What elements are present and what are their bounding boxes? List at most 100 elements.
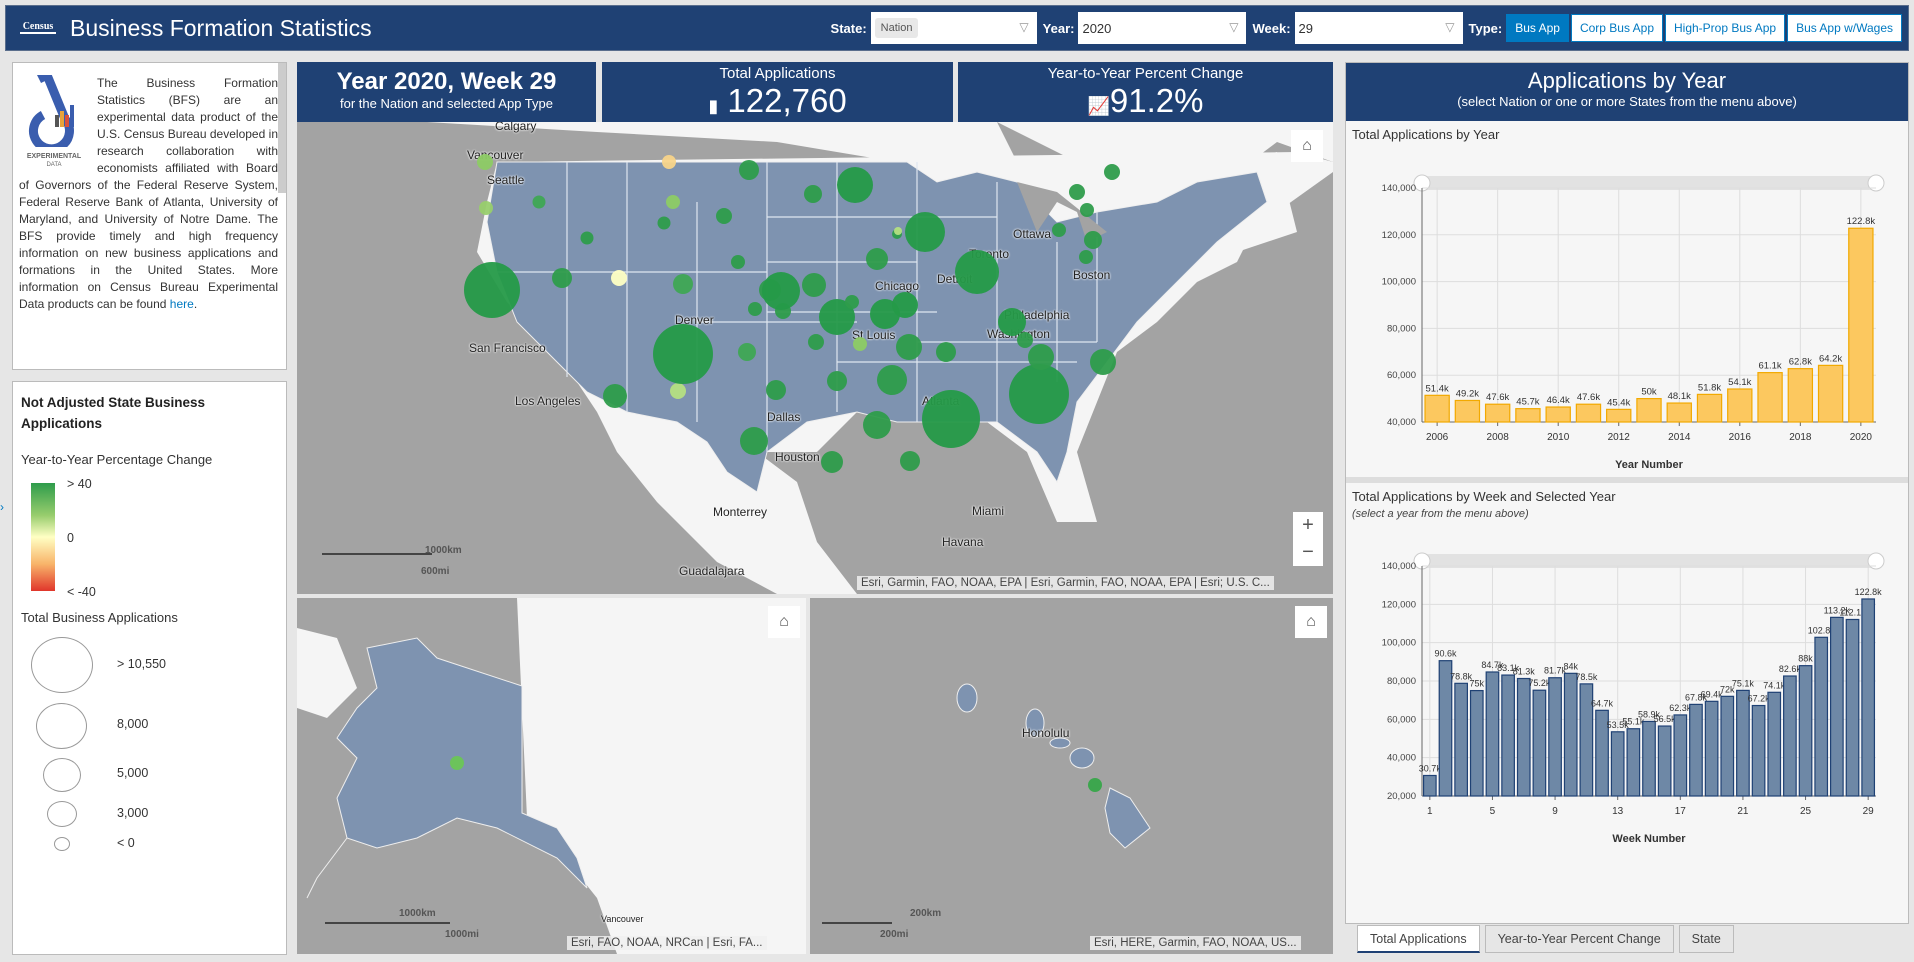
bar[interactable] bbox=[1861, 598, 1876, 797]
bar[interactable] bbox=[1704, 700, 1719, 797]
state-bubble[interactable] bbox=[905, 212, 945, 252]
state-bubble[interactable] bbox=[802, 273, 826, 297]
state-bubble[interactable] bbox=[611, 270, 627, 286]
bar[interactable] bbox=[1469, 689, 1484, 797]
bar[interactable] bbox=[1814, 636, 1829, 797]
bar[interactable] bbox=[1516, 677, 1531, 797]
state-bubble[interactable] bbox=[673, 274, 693, 294]
state-bubble[interactable] bbox=[670, 383, 686, 399]
bar[interactable] bbox=[1830, 616, 1844, 797]
state-chip[interactable]: Nation bbox=[874, 18, 919, 38]
state-bubble[interactable] bbox=[716, 208, 732, 224]
bar[interactable] bbox=[1845, 618, 1860, 797]
state-bubble[interactable] bbox=[804, 185, 822, 203]
state-bubble[interactable] bbox=[666, 195, 680, 209]
state-bubble[interactable] bbox=[936, 342, 956, 362]
map-home-button[interactable]: ⌂ bbox=[1295, 606, 1327, 638]
state-bubble[interactable] bbox=[1052, 223, 1066, 237]
state-bubble[interactable] bbox=[1009, 364, 1069, 424]
state-bubble[interactable] bbox=[653, 324, 713, 384]
week-select[interactable]: 29 ▽ bbox=[1294, 12, 1463, 44]
state-bubble[interactable] bbox=[845, 295, 859, 309]
bar[interactable] bbox=[1848, 227, 1874, 423]
bar[interactable] bbox=[1783, 675, 1797, 797]
state-bubble[interactable] bbox=[464, 262, 520, 318]
state-bubble[interactable] bbox=[479, 201, 493, 215]
bar[interactable] bbox=[1787, 368, 1814, 423]
bar[interactable] bbox=[1767, 691, 1782, 797]
bar[interactable] bbox=[1422, 774, 1437, 797]
bar[interactable] bbox=[1610, 731, 1625, 797]
hawaii-map[interactable]: Honolulu ⌂ 200km 200mi Esri, HERE, Garmi… bbox=[810, 598, 1333, 954]
state-bubble[interactable] bbox=[894, 227, 902, 235]
state-bubble[interactable] bbox=[821, 451, 843, 473]
type-high-prop-bus-app-button[interactable]: High-Prop Bus App bbox=[1665, 14, 1786, 42]
state-bubble[interactable] bbox=[1084, 231, 1102, 249]
tab-year-to-year-percent-change[interactable]: Year-to-Year Percent Change bbox=[1484, 925, 1674, 953]
state-bubble[interactable] bbox=[866, 248, 888, 270]
bar[interactable] bbox=[1532, 689, 1547, 797]
state-bubble[interactable] bbox=[955, 250, 999, 294]
type-bus-app-button[interactable]: Bus App bbox=[1506, 14, 1569, 42]
state-bubble[interactable] bbox=[900, 451, 920, 471]
tab-state[interactable]: State bbox=[1678, 925, 1734, 953]
state-bubble[interactable] bbox=[450, 756, 464, 770]
type-corp-bus-app-button[interactable]: Corp Bus App bbox=[1570, 14, 1663, 42]
tab-total-applications[interactable]: Total Applications bbox=[1357, 925, 1480, 953]
bar[interactable] bbox=[1727, 388, 1753, 423]
state-bubble[interactable] bbox=[731, 255, 745, 269]
census-logo[interactable]: Census bbox=[20, 22, 56, 34]
bar[interactable] bbox=[1736, 689, 1750, 797]
state-bubble[interactable] bbox=[863, 411, 891, 439]
state-bubble[interactable] bbox=[827, 371, 847, 391]
bar[interactable] bbox=[1606, 408, 1632, 423]
state-bubble[interactable] bbox=[1079, 250, 1093, 264]
state-bubble[interactable] bbox=[748, 302, 762, 316]
bar[interactable] bbox=[1642, 720, 1656, 797]
bar[interactable] bbox=[1484, 403, 1511, 423]
state-bubble[interactable] bbox=[877, 365, 907, 395]
state-bubble[interactable] bbox=[837, 167, 873, 203]
bar[interactable] bbox=[1751, 704, 1766, 797]
state-bubble[interactable] bbox=[1017, 332, 1033, 348]
state-bubble[interactable] bbox=[1080, 203, 1094, 217]
panel-expand-icon[interactable]: › bbox=[0, 500, 4, 514]
state-bubble[interactable] bbox=[532, 195, 546, 209]
type-bus-app-wages-button[interactable]: Bus App w/Wages bbox=[1787, 14, 1902, 42]
state-bubble[interactable] bbox=[740, 427, 768, 455]
state-bubble[interactable] bbox=[477, 154, 493, 170]
state-bubble[interactable] bbox=[738, 343, 756, 361]
state-bubble[interactable] bbox=[662, 155, 676, 169]
state-bubble[interactable] bbox=[657, 216, 671, 230]
about-here-link[interactable]: here bbox=[170, 297, 194, 311]
bar[interactable] bbox=[1666, 402, 1692, 423]
state-bubble[interactable] bbox=[808, 334, 824, 350]
bar[interactable] bbox=[1575, 403, 1602, 423]
bar[interactable] bbox=[1657, 725, 1672, 797]
yearly-bar-chart[interactable]: 40,000 60,000 80,000 100,000 120,000 140,000 2… bbox=[1346, 142, 1908, 472]
bar[interactable] bbox=[1515, 408, 1541, 423]
state-bubble[interactable] bbox=[1028, 344, 1054, 370]
bar[interactable] bbox=[1720, 695, 1735, 797]
year-select[interactable]: 2020 ▽ bbox=[1078, 12, 1247, 44]
map-attribution[interactable]: Esri, FAO, NOAA, NRCan | Esri, FA... bbox=[567, 936, 767, 950]
state-select[interactable]: Nation ▽ bbox=[870, 12, 1037, 44]
bar[interactable] bbox=[1798, 665, 1813, 797]
bar[interactable] bbox=[1485, 671, 1500, 797]
state-bubble[interactable] bbox=[892, 292, 918, 318]
state-bubble[interactable] bbox=[1104, 164, 1120, 180]
bar[interactable] bbox=[1696, 393, 1723, 423]
about-scrollbar[interactable] bbox=[278, 63, 286, 193]
bar[interactable] bbox=[1563, 672, 1578, 797]
state-bubble[interactable] bbox=[922, 390, 980, 448]
bar[interactable] bbox=[1673, 714, 1688, 797]
weekly-bar-chart[interactable]: 20,000 40,000 60,000 80,000 100,000 120,000 14… bbox=[1346, 520, 1908, 850]
bar[interactable] bbox=[1454, 399, 1481, 423]
state-bubble[interactable] bbox=[766, 380, 786, 400]
bar[interactable] bbox=[1454, 682, 1468, 797]
state-bubble[interactable] bbox=[580, 231, 594, 245]
bar[interactable] bbox=[1757, 372, 1783, 423]
map-home-button[interactable]: ⌂ bbox=[768, 606, 800, 638]
zoom-in-button[interactable]: + bbox=[1293, 512, 1323, 539]
map-home-button[interactable]: ⌂ bbox=[1291, 130, 1323, 162]
